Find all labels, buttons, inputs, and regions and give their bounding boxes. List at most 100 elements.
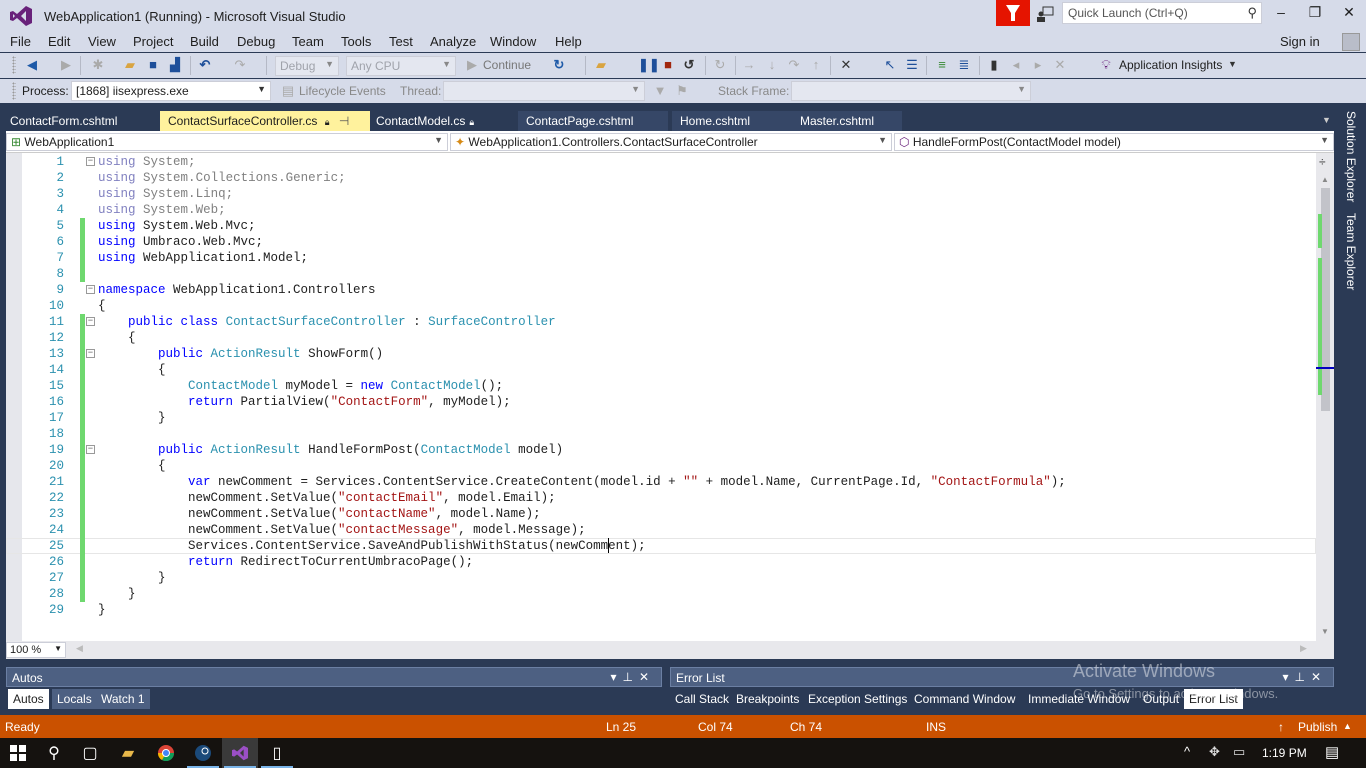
code-line[interactable]: 10 {: [6, 298, 1316, 314]
collapse-region-icon[interactable]: −: [86, 317, 95, 326]
code-line[interactable]: 9 − namespace WebApplication1.Controllers: [6, 282, 1316, 298]
dropbox-icon[interactable]: ✥: [1209, 744, 1220, 760]
solution-platform-select[interactable]: Any CPU ▼: [346, 56, 456, 76]
hot-reload-icon[interactable]: ↻: [712, 57, 728, 73]
tab-locals[interactable]: Locals: [52, 689, 97, 709]
restore-button[interactable]: ❐: [1300, 4, 1330, 24]
split-window-icon[interactable]: ÷: [1319, 155, 1326, 169]
code-line[interactable]: 29}: [6, 602, 1316, 618]
tab-breakpoints[interactable]: Breakpoints: [731, 689, 804, 709]
collapse-region-icon[interactable]: −: [86, 285, 95, 294]
menu-edit[interactable]: Edit: [48, 34, 70, 49]
minimize-button[interactable]: –: [1266, 4, 1296, 24]
close-icon[interactable]: ✕: [1311, 670, 1327, 684]
code-line[interactable]: 22 newComment.SetValue("contactEmail", m…: [6, 490, 1316, 506]
close-icon[interactable]: ✕: [639, 670, 655, 684]
code-line[interactable]: 14 {: [6, 362, 1316, 378]
step-over-icon[interactable]: ↷: [786, 57, 802, 73]
action-center-icon[interactable]: ▤: [1325, 743, 1339, 761]
tab-autos[interactable]: Autos: [8, 689, 49, 709]
code-line[interactable]: 25 Services.ContentService.SaveAndPublis…: [6, 538, 1316, 554]
previous-bookmark-icon[interactable]: ◂: [1008, 57, 1024, 73]
tab-contactsurfacecontroller-cs[interactable]: ContactSurfaceController.cs 🔒︎ ⊣ ✕: [160, 111, 370, 142]
code-line[interactable]: 23 newComment.SetValue("contactName", mo…: [6, 506, 1316, 522]
process-select[interactable]: [1868] iisexpress.exe ▼: [71, 81, 271, 101]
code-line[interactable]: 24 newComment.SetValue("contactMessage",…: [6, 522, 1316, 538]
code-line[interactable]: 11 − public class ContactSurfaceControlle…: [6, 314, 1316, 330]
dropdown-icon[interactable]: ▾: [1282, 670, 1294, 684]
code-line[interactable]: 1 − using System;: [6, 154, 1316, 170]
save-icon[interactable]: ■: [145, 57, 161, 73]
new-project-icon[interactable]: ✱: [90, 57, 106, 73]
application-insights-button[interactable]: Application Insights: [1119, 58, 1222, 72]
solution-explorer-tab[interactable]: Solution Explorer: [1344, 111, 1358, 202]
feedback-icon[interactable]: [1036, 5, 1054, 23]
search-button[interactable]: ⚲: [36, 738, 72, 768]
visual-studio-app[interactable]: [222, 738, 258, 768]
code-line[interactable]: 27 }: [6, 570, 1316, 586]
open-file-icon[interactable]: ▰: [122, 57, 138, 73]
code-line[interactable]: 19 − public ActionResult HandleFormPost(C…: [6, 442, 1316, 458]
pin-icon[interactable]: ⊥: [622, 670, 638, 684]
chrome-app[interactable]: [148, 738, 184, 768]
code-line[interactable]: 26 return RedirectToCurrentUmbracoPage()…: [6, 554, 1316, 570]
solution-configuration-select[interactable]: Debug ▼: [275, 56, 339, 76]
navigate-forward-icon[interactable]: ▶: [58, 57, 74, 73]
bookmark-icon[interactable]: ▮: [986, 57, 1002, 73]
clock[interactable]: 1:19 PM: [1262, 746, 1307, 760]
code-line[interactable]: 8: [6, 266, 1316, 282]
menu-window[interactable]: Window: [490, 34, 536, 49]
menu-build[interactable]: Build: [190, 34, 219, 49]
sign-in-link[interactable]: Sign in: [1280, 34, 1320, 49]
flag-threads-icon[interactable]: ⚑: [674, 83, 690, 99]
menu-view[interactable]: View: [88, 34, 116, 49]
code-line[interactable]: 12 {: [6, 330, 1316, 346]
pin-icon[interactable]: ⊥: [1294, 670, 1310, 684]
dom-explorer-icon[interactable]: ☰: [904, 57, 920, 73]
toolbar-grip[interactable]: [12, 56, 16, 74]
refresh-icon[interactable]: ↻: [551, 57, 567, 73]
steam-app[interactable]: [185, 738, 221, 768]
tab-command-window[interactable]: Command Window: [909, 689, 1020, 709]
account-avatar-icon[interactable]: [1342, 33, 1360, 51]
select-element-icon[interactable]: ↖: [882, 57, 898, 73]
code-line[interactable]: 18: [6, 426, 1316, 442]
notepad-app[interactable]: ▯: [259, 738, 295, 768]
collapse-region-icon[interactable]: −: [86, 349, 95, 358]
task-view-button[interactable]: ▢: [72, 738, 108, 768]
code-line[interactable]: 7 using WebApplication1.Model;: [6, 250, 1316, 266]
code-line[interactable]: 16 return PartialView("ContactForm", myM…: [6, 394, 1316, 410]
scroll-right-arrow-icon[interactable]: ▶: [1300, 643, 1307, 654]
tab-contactpage-cshtml[interactable]: ContactPage.cshtml: [518, 111, 668, 131]
menu-project[interactable]: Project: [133, 34, 173, 49]
code-line[interactable]: 20 {: [6, 458, 1316, 474]
scroll-down-arrow-icon[interactable]: ▼: [1321, 627, 1329, 636]
code-line[interactable]: 21 var newComment = Services.ContentServ…: [6, 474, 1316, 490]
code-line[interactable]: 4 using System.Web;: [6, 202, 1316, 218]
chevron-down-icon[interactable]: ▼: [1228, 59, 1237, 69]
scrollbar-thumb[interactable]: [1321, 188, 1330, 411]
code-line[interactable]: 3 using System.Linq;: [6, 186, 1316, 202]
team-explorer-tab[interactable]: Team Explorer: [1344, 213, 1358, 290]
thread-select[interactable]: ▼: [443, 81, 645, 101]
menu-team[interactable]: Team: [292, 34, 324, 49]
scroll-up-arrow-icon[interactable]: ▲: [1321, 175, 1329, 184]
pin-icon[interactable]: ⊣: [339, 114, 349, 128]
continue-button[interactable]: Continue: [483, 58, 531, 72]
show-next-statement-icon[interactable]: →: [741, 57, 757, 73]
stack-frame-select[interactable]: ▼: [791, 81, 1031, 101]
pause-icon[interactable]: ❚❚: [638, 57, 660, 73]
code-line[interactable]: 28 }: [6, 586, 1316, 602]
file-explorer-app[interactable]: ▰: [110, 738, 146, 768]
code-line[interactable]: 6 using Umbraco.Web.Mvc;: [6, 234, 1316, 250]
tab-contactform-cshtml[interactable]: ContactForm.cshtml: [2, 111, 160, 131]
vertical-scrollbar[interactable]: ÷ ▲ ▼: [1316, 153, 1334, 641]
notifications-button[interactable]: [996, 0, 1030, 26]
toolbar-grip[interactable]: [12, 82, 16, 100]
tab-contactmodel-cs[interactable]: ContactModel.cs 🔒︎: [368, 111, 518, 131]
tab-master-cshtml[interactable]: Master.cshtml: [792, 111, 902, 131]
show-hidden-icons-icon[interactable]: ^: [1184, 744, 1190, 759]
stop-icon[interactable]: ■: [660, 57, 676, 73]
navigate-back-icon[interactable]: ◀: [24, 57, 40, 73]
publish-button[interactable]: Publish: [1298, 720, 1337, 734]
